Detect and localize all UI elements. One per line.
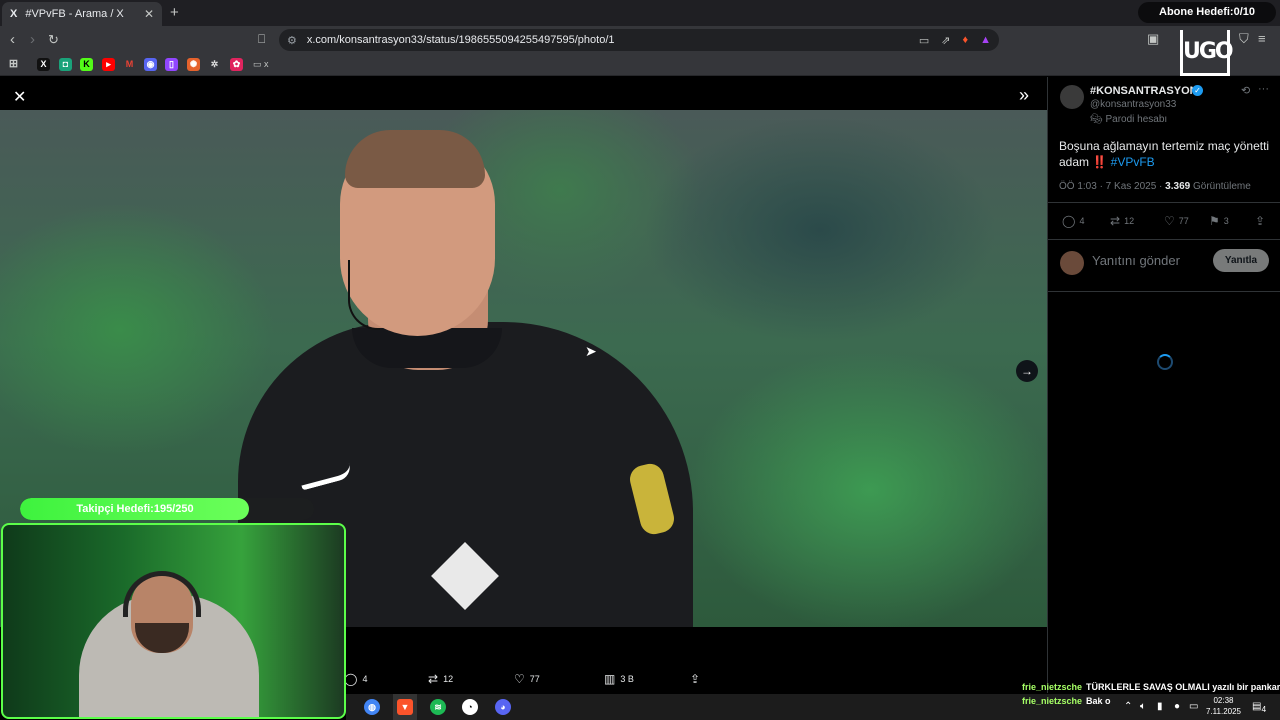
follower-goal-bar: Takipçi Hedefi:195/250 — [20, 498, 314, 520]
close-icon[interactable]: ✕ — [13, 87, 26, 107]
tab-bar: X #VPvFB - Arama / X ✕ + Abone Hedefi:0/… — [0, 0, 1280, 26]
tab-close-icon[interactable]: ✕ — [144, 7, 154, 21]
bookmark-orange-icon[interactable]: ✺ — [187, 58, 200, 71]
analytics-icon: ▥ — [604, 672, 616, 686]
discord-icon[interactable]: ◉ — [144, 58, 157, 71]
new-tab-icon[interactable]: + — [170, 4, 179, 21]
bookmarks-bar: ⊞ X ◘ K ▸ M ◉ ▯ ✺ ✲ ✿ ▭ x — [0, 54, 1280, 76]
like-button[interactable]: ♡ 77 — [1164, 214, 1189, 228]
kick-icon[interactable]: K — [80, 58, 93, 71]
reload-icon[interactable]: ↻ — [48, 32, 59, 48]
folder-icon: ▭ — [253, 59, 262, 69]
repost-action[interactable]: ⇄ 12 — [428, 672, 453, 686]
heart-icon: ♡ — [514, 672, 525, 686]
youtube-icon[interactable]: ▸ — [102, 58, 115, 71]
parody-label: 🎭︎ Parodi hesabı — [1090, 114, 1168, 125]
reply-button[interactable]: ◯ 4 — [1062, 214, 1084, 228]
spotify-icon[interactable]: ≋ — [430, 699, 446, 715]
loading-spinner-icon — [1157, 354, 1173, 370]
bookmark-green-icon[interactable]: ◘ — [59, 58, 72, 71]
grok-icon[interactable]: ⟲ — [1241, 84, 1250, 97]
vpn-icon[interactable]: ⛉ — [1239, 31, 1249, 47]
back-icon[interactable]: ‹ — [10, 31, 15, 48]
bookmark-icon[interactable]: ⎕ — [258, 32, 265, 47]
divider — [1048, 291, 1280, 292]
brave-icon[interactable]: ▼ — [397, 699, 413, 715]
follower-goal-label: Takipçi Hedefi:195/250 — [76, 503, 194, 515]
reply-icon: ◯ — [344, 672, 358, 686]
brave-rewards-icon[interactable]: ▲ — [980, 34, 991, 46]
repost-icon: ⇄ — [1110, 214, 1121, 228]
cast-icon[interactable]: ▭ — [919, 34, 929, 47]
expand-panel-icon[interactable]: » — [1019, 85, 1029, 106]
forward-icon[interactable]: › — [30, 31, 35, 48]
stream-chat: frie_nietzsche TÜRKLERLE SAVAŞ OLMALI yaz… — [1022, 682, 1280, 710]
site-info-icon[interactable]: ⚙ — [287, 34, 297, 47]
reply-icon: ◯ — [1062, 214, 1076, 228]
reply-action[interactable]: ◯ 4 — [344, 672, 367, 686]
share-button[interactable]: ⇪ — [1255, 214, 1265, 228]
photo-action-bar: ◯ 4 ⇄ 12 ♡ 77 ▥ 3 B ⇪ — [340, 672, 760, 688]
upload-icon: ⇪ — [690, 672, 701, 686]
tweet-actions: ◯ 4 ⇄ 12 ♡ 77 ⚑ 3 ⇪ — [1059, 214, 1274, 230]
divider — [1048, 202, 1280, 203]
repost-button[interactable]: ⇄ 12 — [1110, 214, 1134, 228]
address-bar-row: ‹ › ↻ ⎕ ⚙ x.com/konsantrasyon33/status/1… — [0, 26, 1280, 54]
avatar[interactable] — [1060, 85, 1084, 109]
bookmark-icon: ⚑ — [1209, 214, 1220, 228]
chat-message: frie_nietzsche Bak o — [1022, 696, 1111, 706]
repost-icon: ⇄ — [428, 672, 439, 686]
x-bookmark-icon[interactable]: X — [37, 58, 50, 71]
like-action[interactable]: ♡ 77 — [514, 672, 540, 686]
twitch-icon[interactable]: ▯ — [165, 58, 178, 71]
hashtag-link[interactable]: #VPvFB — [1111, 155, 1155, 169]
next-photo-button[interactable]: → — [1016, 360, 1038, 382]
chat-message: frie_nietzsche TÜRKLERLE SAVAŞ OLMALI yaz… — [1022, 682, 1280, 692]
tweet-panel: #KONSANTRASYON ✓ @konsantrasyon33 🎭︎ Par… — [1047, 77, 1280, 693]
sidebar-icon[interactable]: ▣ — [1147, 31, 1159, 47]
display-name[interactable]: #KONSANTRASYON — [1090, 85, 1198, 97]
headset-mic — [348, 260, 380, 330]
divider — [1048, 239, 1280, 240]
bookmark-pink-icon[interactable]: ✿ — [230, 58, 243, 71]
reply-input[interactable]: Yanıtını gönder — [1092, 253, 1180, 268]
browser-tab[interactable]: X #VPvFB - Arama / X ✕ — [2, 2, 162, 26]
apps-grid-icon[interactable]: ⊞ — [7, 58, 20, 71]
url-field[interactable]: ⚙ x.com/konsantrasyon33/status/198655509… — [279, 29, 999, 51]
mouse-cursor-icon: ➤ — [585, 343, 597, 359]
obs-icon[interactable]: ◔ — [462, 699, 478, 715]
streamer-logo: UGO — [1180, 30, 1234, 76]
share-action[interactable]: ⇪ — [690, 672, 700, 686]
url-text: x.com/konsantrasyon33/status/19865550942… — [306, 34, 615, 46]
brave-shields-icon[interactable]: ♦ — [962, 34, 968, 46]
webcam-overlay — [1, 523, 346, 719]
heart-icon: ♡ — [1164, 214, 1175, 228]
verified-icon: ✓ — [1192, 85, 1203, 96]
share-icon[interactable]: ⇗ — [941, 34, 950, 47]
more-icon[interactable]: ··· — [1258, 83, 1269, 95]
x-logo-icon: X — [10, 8, 18, 20]
folder-label: x — [264, 59, 269, 69]
bookmark-button[interactable]: ⚑ 3 — [1209, 214, 1229, 228]
headphones-icon — [123, 571, 201, 617]
discord-icon[interactable]: ◕ — [495, 699, 511, 715]
upload-icon: ⇪ — [1255, 214, 1266, 228]
handle[interactable]: @konsantrasyon33 — [1090, 99, 1176, 110]
gmail-icon[interactable]: M — [123, 58, 136, 71]
tweet-text: Boşuna ağlamayın tertemiz maç yönetti ad… — [1059, 139, 1270, 169]
menu-icon[interactable]: ≡ — [1258, 31, 1266, 46]
tab-title: #VPvFB - Arama / X — [25, 8, 124, 20]
openai-icon[interactable]: ✲ — [208, 58, 221, 71]
subscriber-goal-overlay: Abone Hedefi:0/10 — [1138, 2, 1276, 23]
reply-submit-button[interactable]: Yanıtla — [1213, 249, 1269, 272]
tweet-meta: ÖÖ 1:03 · 7 Kas 2025 · 3.369 Görüntüleme — [1059, 181, 1251, 192]
bookmark-folder[interactable]: ▭ x — [253, 58, 269, 71]
avatar — [1060, 251, 1084, 275]
chrome-icon[interactable]: ◍ — [364, 699, 380, 715]
views-action[interactable]: ▥ 3 B — [604, 672, 634, 686]
mask-icon: 🎭︎ — [1090, 114, 1103, 125]
